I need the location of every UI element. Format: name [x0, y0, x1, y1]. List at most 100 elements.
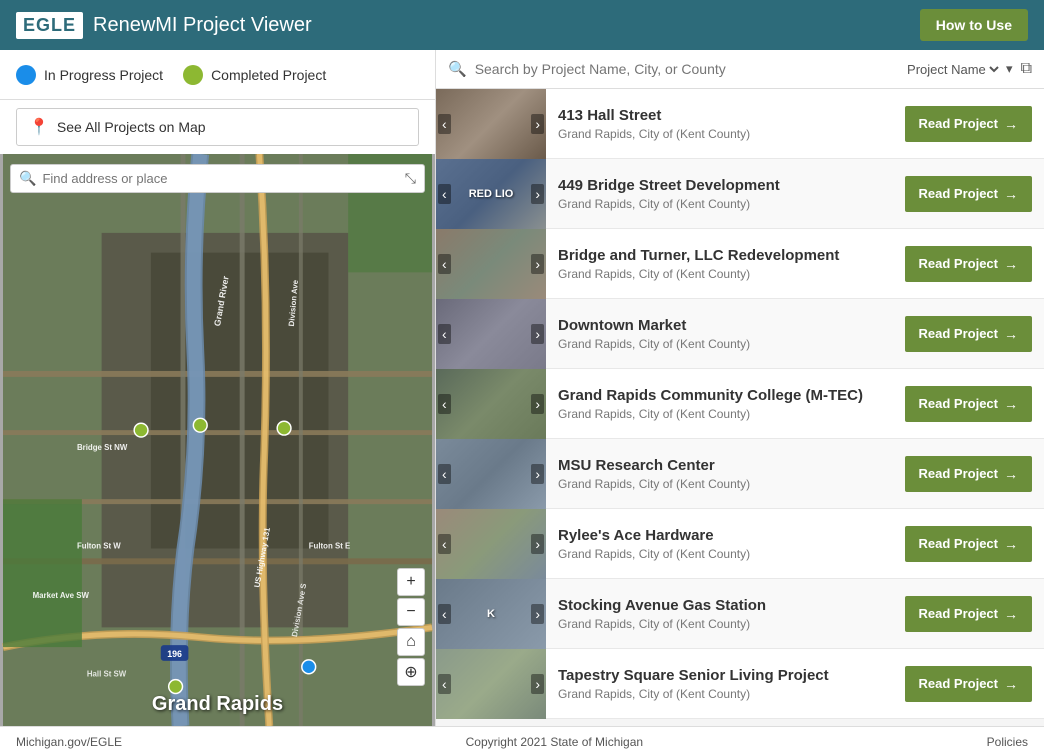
thumb-prev-button[interactable]: ‹	[438, 254, 451, 274]
svg-text:Market Ave SW: Market Ave SW	[33, 591, 90, 600]
see-all-label: See All Projects on Map	[57, 119, 206, 135]
svg-text:Fulton St E: Fulton St E	[309, 541, 351, 550]
project-location: Grand Rapids, City of (Kent County)	[558, 267, 893, 281]
zoom-in-button[interactable]: +	[397, 568, 425, 596]
arrow-icon: →	[1004, 466, 1018, 482]
read-project-button[interactable]: Read Project →	[905, 526, 1032, 562]
thumb-prev-button[interactable]: ‹	[438, 184, 451, 204]
thumb-prev-button[interactable]: ‹	[438, 534, 451, 554]
project-location: Grand Rapids, City of (Kent County)	[558, 407, 893, 421]
list-item: ‹ › MSU Research Center Grand Rapids, Ci…	[436, 439, 1044, 509]
read-project-button[interactable]: Read Project →	[905, 106, 1032, 142]
thumb-next-button[interactable]: ›	[531, 394, 544, 414]
project-list: ‹ › 413 Hall Street Grand Rapids, City o…	[436, 89, 1044, 726]
list-item: ‹ › 413 Hall Street Grand Rapids, City o…	[436, 89, 1044, 159]
thumb-next-button[interactable]: ›	[531, 184, 544, 204]
see-all-projects-button[interactable]: 📍 See All Projects on Map	[16, 108, 419, 146]
location-button[interactable]: ⊕	[397, 658, 425, 686]
list-item: ‹ › Rylee's Ace Hardware Grand Rapids, C…	[436, 509, 1044, 579]
project-thumbnail: ‹ ›	[436, 229, 546, 299]
project-thumbnail: ‹ ›	[436, 369, 546, 439]
footer: Michigan.gov/EGLE Copyright 2021 State o…	[0, 726, 1044, 756]
legend-item-progress: In Progress Project	[16, 65, 163, 85]
thumb-label	[489, 332, 493, 336]
project-name: Tapestry Square Senior Living Project	[558, 667, 893, 684]
thumb-label	[489, 682, 493, 686]
thumb-prev-button[interactable]: ‹	[438, 674, 451, 694]
filter-icon[interactable]: ⧉	[1021, 60, 1032, 78]
list-item: ‹ K › Stocking Avenue Gas Station Grand …	[436, 579, 1044, 649]
search-icon: 🔍	[19, 170, 36, 187]
list-item: ‹ › Downtown Market Grand Rapids, City o…	[436, 299, 1044, 369]
thumb-next-button[interactable]: ›	[531, 604, 544, 624]
thumb-prev-button[interactable]: ‹	[438, 114, 451, 134]
list-item: ‹ › Grand Rapids Community College (M-TE…	[436, 369, 1044, 439]
project-info: Tapestry Square Senior Living Project Gr…	[546, 659, 905, 709]
thumb-next-button[interactable]: ›	[531, 114, 544, 134]
progress-label: In Progress Project	[44, 67, 163, 83]
search-bar: 🔍 Project NameCityCounty ▾ ⧉	[436, 50, 1044, 89]
app-title: RenewMI Project Viewer	[93, 14, 312, 37]
map-pin-icon: 📍	[29, 117, 49, 137]
read-project-button[interactable]: Read Project →	[905, 596, 1032, 632]
thumb-prev-button[interactable]: ‹	[438, 604, 451, 624]
sort-section: Project NameCityCounty ▾	[903, 61, 1013, 78]
project-info: Rylee's Ace Hardware Grand Rapids, City …	[546, 519, 905, 569]
sort-select[interactable]: Project NameCityCounty	[903, 61, 1002, 78]
thumb-next-button[interactable]: ›	[531, 254, 544, 274]
read-project-button[interactable]: Read Project →	[905, 316, 1032, 352]
zoom-out-button[interactable]: −	[397, 598, 425, 626]
svg-text:Bridge St NW: Bridge St NW	[77, 443, 128, 452]
list-item: ‹ › Bridge and Turner, LLC Redevelopment…	[436, 229, 1044, 299]
project-name: MSU Research Center	[558, 457, 893, 474]
project-name: Downtown Market	[558, 317, 893, 334]
svg-text:Fulton St W: Fulton St W	[77, 541, 121, 550]
expand-icon[interactable]: ⤡	[405, 170, 416, 187]
read-project-button[interactable]: Read Project →	[905, 456, 1032, 492]
legend-item-completed: Completed Project	[183, 65, 326, 85]
left-panel: In Progress Project Completed Project 📍 …	[0, 50, 435, 726]
project-name: Bridge and Turner, LLC Redevelopment	[558, 247, 893, 264]
home-button[interactable]: ⌂	[397, 628, 425, 656]
app-header: EGLE RenewMI Project Viewer How to Use	[0, 0, 1044, 50]
thumb-label	[489, 122, 493, 126]
header-left: EGLE RenewMI Project Viewer	[16, 12, 312, 39]
project-info: Grand Rapids Community College (M-TEC) G…	[546, 379, 905, 429]
list-item: ‹ › Tapestry Square Senior Living Projec…	[436, 649, 1044, 719]
thumb-prev-button[interactable]: ‹	[438, 464, 451, 484]
address-search-bar[interactable]: 🔍 ⤡	[10, 164, 425, 193]
project-info: Downtown Market Grand Rapids, City of (K…	[546, 309, 905, 359]
thumb-next-button[interactable]: ›	[531, 464, 544, 484]
map-container[interactable]: Grand River Division Ave Bridge St NW Fu…	[0, 154, 435, 726]
thumb-prev-button[interactable]: ‹	[438, 394, 451, 414]
how-to-use-button[interactable]: How to Use	[920, 9, 1028, 41]
footer-center: Copyright 2021 State of Michigan	[466, 735, 643, 749]
project-thumbnail: ‹ ›	[436, 439, 546, 509]
project-thumbnail: ‹ K ›	[436, 579, 546, 649]
footer-right: Policies	[987, 735, 1028, 749]
map-controls: + − ⌂ ⊕	[397, 568, 425, 686]
arrow-icon: →	[1004, 256, 1018, 272]
thumb-next-button[interactable]: ›	[531, 534, 544, 554]
arrow-icon: →	[1004, 606, 1018, 622]
thumb-next-button[interactable]: ›	[531, 674, 544, 694]
address-input[interactable]	[42, 171, 398, 186]
thumb-label	[489, 402, 493, 406]
list-item: ‹ RED LIO › 449 Bridge Street Developmen…	[436, 159, 1044, 229]
project-name: Grand Rapids Community College (M-TEC)	[558, 387, 893, 404]
thumb-next-button[interactable]: ›	[531, 324, 544, 344]
project-thumbnail: ‹ RED LIO ›	[436, 159, 546, 229]
read-project-button[interactable]: Read Project →	[905, 386, 1032, 422]
search-input[interactable]	[475, 61, 895, 77]
thumb-label: K	[485, 606, 497, 622]
read-project-button[interactable]: Read Project →	[905, 246, 1032, 282]
project-thumbnail: ‹ ›	[436, 649, 546, 719]
completed-label: Completed Project	[211, 67, 326, 83]
read-project-button[interactable]: Read Project →	[905, 176, 1032, 212]
project-location: Grand Rapids, City of (Kent County)	[558, 617, 893, 631]
project-info: Bridge and Turner, LLC Redevelopment Gra…	[546, 239, 905, 289]
thumb-label: RED LIO	[467, 186, 516, 202]
thumb-prev-button[interactable]: ‹	[438, 324, 451, 344]
read-project-button[interactable]: Read Project →	[905, 666, 1032, 702]
svg-text:196: 196	[167, 649, 182, 659]
